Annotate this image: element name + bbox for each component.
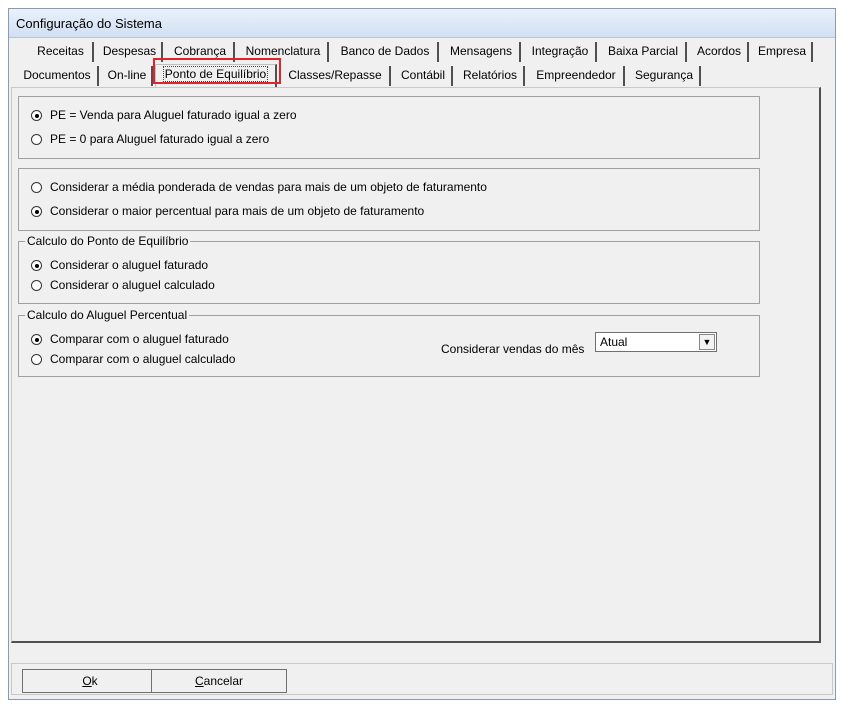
aluguel-faturado-pe-label: Considerar o aluguel faturado [50,258,209,272]
active-tab-highlight [153,58,281,84]
radio-selected-indicator [31,110,42,121]
cancel-label: ancelar [203,674,244,688]
ponto-equilibrio-legend: Calculo do Ponto de Equilíbrio [25,234,191,248]
radio-indicator [31,134,42,145]
vendas-mes-value: Atual [600,335,628,349]
cancel-button[interactable]: Cancelar [151,669,287,693]
ok-accelerator: O [82,674,92,688]
radio-selected-indicator [31,206,42,217]
pe-option-2-label: PE = 0 para Aluguel faturado igual a zer… [50,132,270,146]
tab-empreendedor[interactable]: Empreendedor [529,66,625,86]
radio-selected-indicator [31,334,42,345]
ok-label: k [91,674,98,688]
vendas-mes-select[interactable]: Atual ▼ [595,332,717,352]
percentual-options-group: Considerar a média ponderada de vendas p… [18,168,760,231]
radio-indicator [31,280,42,291]
radio-indicator [31,354,42,365]
aluguel-percentual-legend: Calculo do Aluguel Percentual [25,308,190,322]
config-window: Configuração do Sistema Receitas Despesa… [8,8,836,700]
vendas-mes-label: Considerar vendas do mês [441,342,585,356]
pe-options-group: PE = Venda para Aluguel faturado igual a… [18,96,760,159]
tab-classes-repasse[interactable]: Classes/Repasse [281,66,391,86]
pe-option-1-label: PE = Venda para Aluguel faturado igual a… [50,108,297,122]
media-ponderada-label: Considerar a média ponderada de vendas p… [50,180,487,194]
tab-integracao[interactable]: Integração [525,42,597,62]
tab-receitas[interactable]: Receitas [29,42,94,62]
tab-empresa[interactable]: Empresa [753,42,813,62]
tab-banco-de-dados[interactable]: Banco de Dados [333,42,439,62]
tab-documentos[interactable]: Documentos [17,66,99,86]
aluguel-calculado-pe-label: Considerar o aluguel calculado [50,278,215,292]
tab-contabil[interactable]: Contábil [395,66,453,86]
cancel-accelerator: C [194,674,204,688]
chevron-down-icon[interactable]: ▼ [699,334,715,350]
title-bar: Configuração do Sistema [9,9,835,38]
radio-selected-indicator [31,260,42,271]
comparar-faturado-label: Comparar com o aluguel faturado [50,332,229,346]
tab-mensagens[interactable]: Mensagens [443,42,521,62]
tab-relatorios[interactable]: Relatórios [457,66,525,86]
radio-indicator [31,182,42,193]
tab-seguranca[interactable]: Segurança [629,66,701,86]
ponto-equilibrio-group: Calculo do Ponto de Equilíbrio Considera… [18,234,760,304]
ok-button[interactable]: Ok [22,669,158,693]
tab-baixa-parcial[interactable]: Baixa Parcial [601,42,687,62]
tab-on-line[interactable]: On-line [103,66,153,86]
tab-acordos[interactable]: Acordos [691,42,749,62]
window-title: Configuração do Sistema [16,16,162,31]
maior-percentual-label: Considerar o maior percentual para mais … [50,204,425,218]
comparar-calculado-label: Comparar com o aluguel calculado [50,352,236,366]
